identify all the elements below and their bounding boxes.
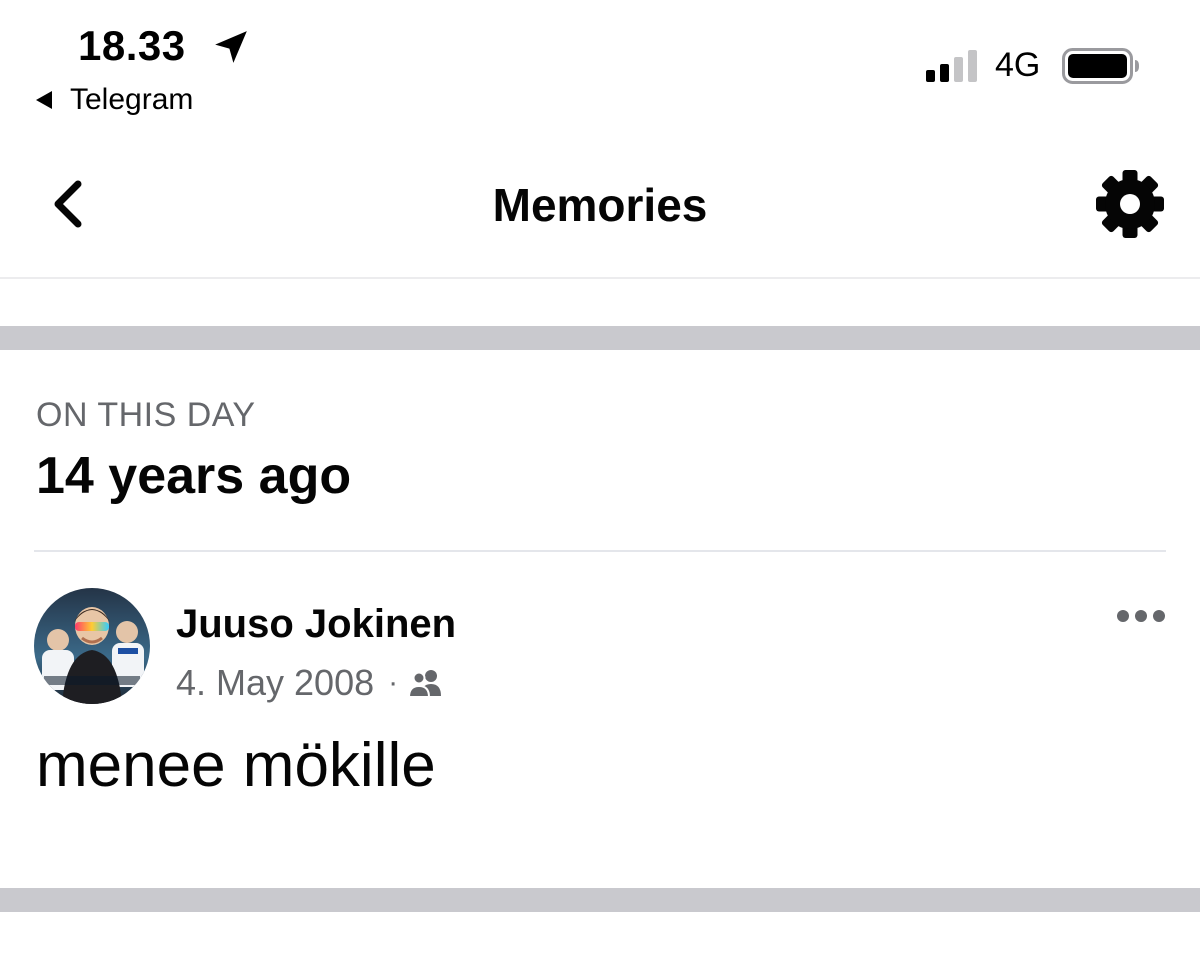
avatar-image [34,588,150,704]
battery-icon [1062,48,1139,84]
section-separator [0,326,1200,350]
gear-icon[interactable] [1094,168,1166,240]
back-triangle-icon [36,91,52,109]
section-separator-bottom [0,888,1200,912]
card-divider [34,550,1166,552]
cellular-signal-icon [926,50,977,82]
meta-separator: · [388,666,399,699]
back-to-app-link[interactable]: Telegram [36,83,193,117]
section-label: ON THIS DAY [36,396,256,434]
status-time: 18.33 [78,22,186,69]
more-horizontal-icon[interactable] [1116,606,1166,626]
section-heading: 14 years ago [36,447,352,505]
network-type: 4G [995,46,1041,84]
location-arrow-icon [215,31,247,63]
post-author[interactable]: Juuso Jokinen [176,602,456,647]
post-text: menee mökille [36,731,436,800]
post-meta: 4. May 2008 · [176,662,444,704]
post-date[interactable]: 4. May 2008 [176,662,374,704]
nav-divider [0,277,1200,279]
friends-icon[interactable] [408,668,444,698]
avatar[interactable] [34,588,150,704]
back-app-label: Telegram [70,83,194,116]
page-title: Memories [492,179,708,231]
